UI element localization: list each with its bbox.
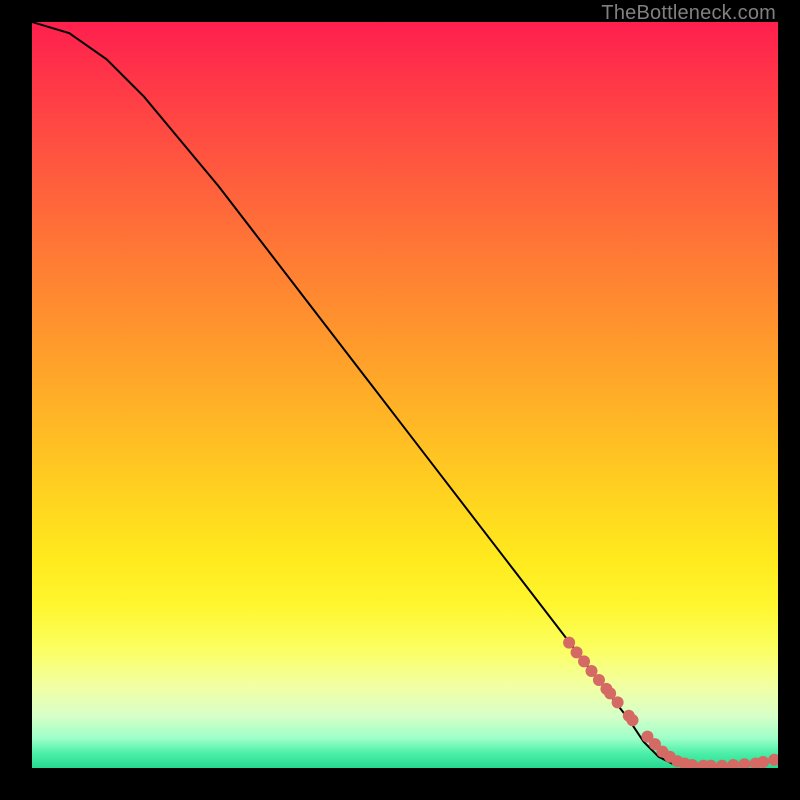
plot-area [32, 22, 778, 768]
data-point [563, 637, 575, 649]
data-point [757, 756, 769, 768]
dots-series [563, 637, 778, 768]
data-point [578, 655, 590, 667]
data-point [727, 759, 739, 768]
chart-svg [32, 22, 778, 768]
data-point [612, 696, 624, 708]
chart-stage: TheBottleneck.com [0, 0, 800, 800]
data-point [716, 760, 728, 768]
watermark-text: TheBottleneck.com [601, 2, 776, 25]
data-point [738, 758, 750, 768]
data-point [627, 714, 639, 726]
curve-line [32, 22, 778, 767]
data-point [768, 754, 778, 766]
